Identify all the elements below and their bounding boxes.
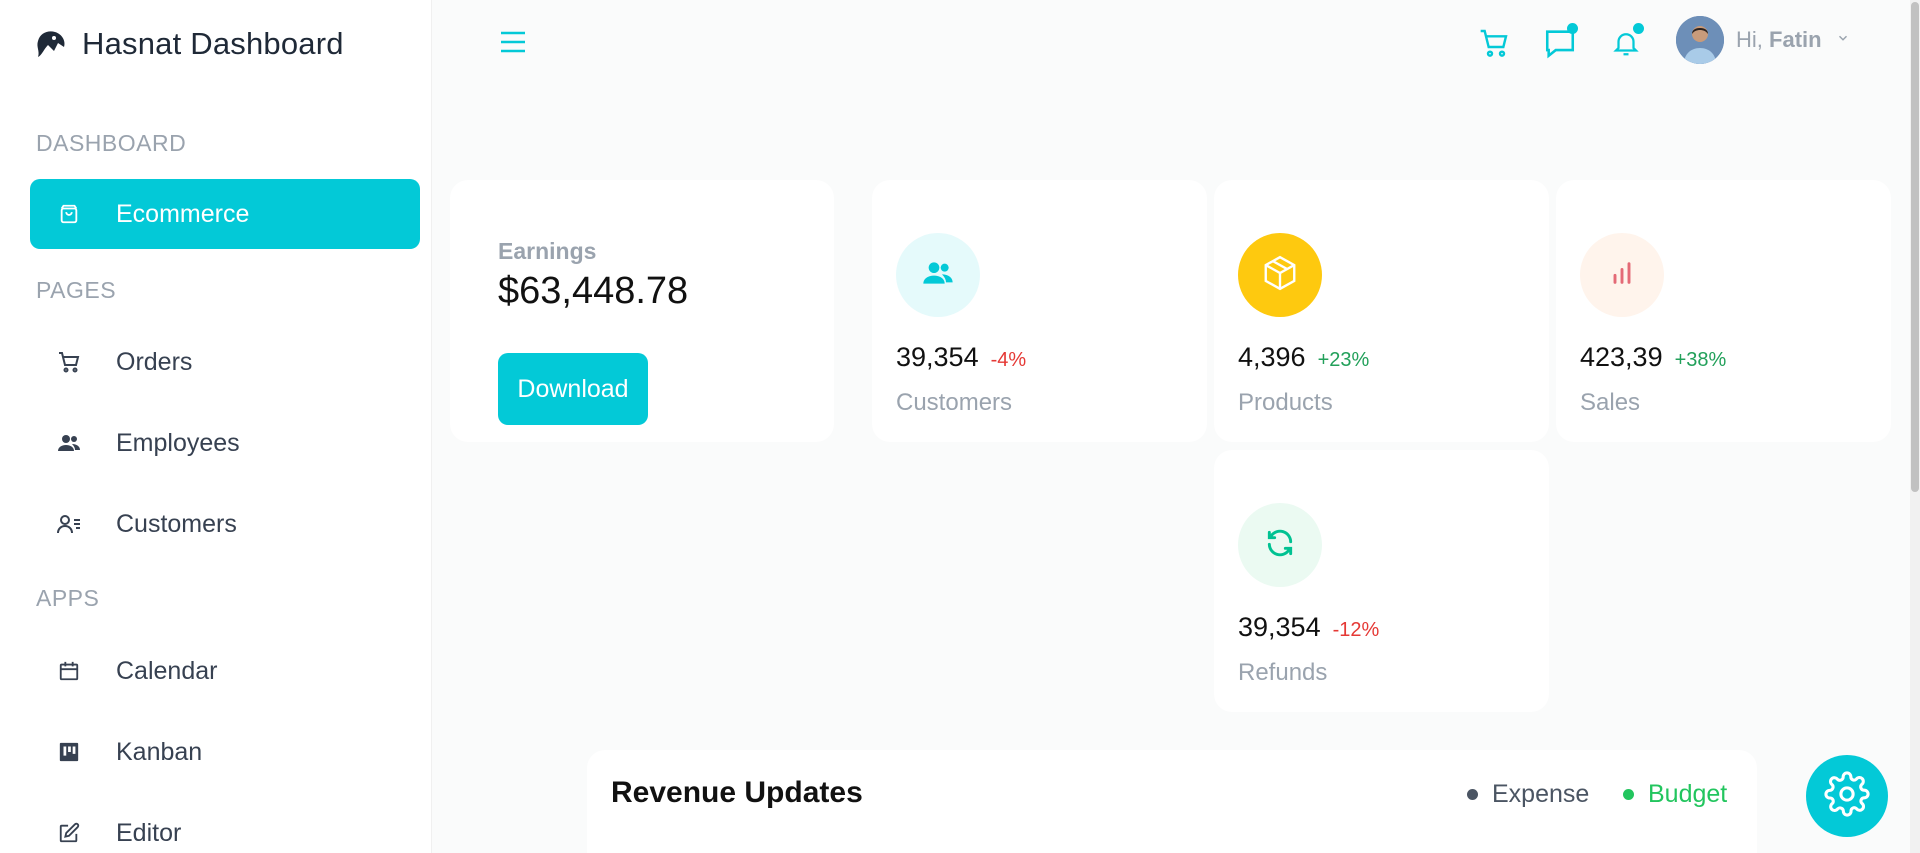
page-scrollbar[interactable]: [1910, 0, 1920, 853]
sidebar-item-label: Editor: [116, 818, 182, 847]
legend-label: Budget: [1648, 780, 1728, 808]
sidebar-item-orders[interactable]: Orders: [30, 327, 420, 397]
earnings-card: Earnings $63,448.78 Download: [450, 180, 834, 442]
sidebar-item-calendar[interactable]: Calendar: [30, 636, 420, 706]
cart-icon: [1478, 27, 1510, 64]
greeting-text: Hi,: [1736, 27, 1763, 52]
sidebar-item-employees[interactable]: Employees: [30, 408, 420, 478]
sidebar-item-editor[interactable]: Editor: [30, 798, 420, 853]
stat-value-row: 39,354 -4%: [896, 342, 1026, 373]
chat-notification-dot: [1567, 23, 1578, 34]
settings-button[interactable]: [1806, 755, 1888, 837]
chevron-down-icon: [1836, 31, 1850, 50]
cart-button[interactable]: [1474, 25, 1514, 65]
bird-logo-icon: [34, 27, 68, 61]
sidebar-item-label: Orders: [116, 347, 193, 376]
sidebar-item-label: Kanban: [116, 737, 203, 766]
stat-change: -12%: [1332, 619, 1380, 641]
customers-icon-button[interactable]: [896, 233, 980, 317]
app-title: Hasnat Dashboard: [82, 26, 344, 61]
refunds-icon-button[interactable]: [1238, 503, 1322, 587]
budget-dot: [1623, 789, 1634, 800]
section-pages: PAGES: [36, 277, 117, 303]
users-icon: [922, 257, 954, 294]
stat-label: Sales: [1580, 389, 1641, 416]
sidebar-item-label: Calendar: [116, 656, 218, 685]
user-greeting: Hi, Fatin: [1736, 27, 1822, 53]
chat-button[interactable]: [1540, 23, 1580, 65]
stat-card-refunds: 39,354 -12% Refunds: [1214, 450, 1549, 712]
scrollbar-thumb[interactable]: [1911, 2, 1919, 492]
box-icon: [1261, 254, 1299, 297]
cart-icon: [52, 350, 86, 374]
stat-value-row: 423,39 +38%: [1580, 342, 1726, 373]
stat-label: Refunds: [1238, 659, 1328, 686]
avatar: [1676, 16, 1724, 64]
legend-expense: Expense: [1467, 780, 1589, 809]
stat-change: +23%: [1317, 349, 1370, 371]
sidebar-item-label: Customers: [116, 509, 237, 538]
brand[interactable]: Hasnat Dashboard: [34, 26, 344, 62]
legend-budget: Budget: [1623, 780, 1727, 809]
sidebar: Hasnat Dashboard DASHBOARD Ecommerce PAG…: [0, 0, 432, 853]
stat-value-row: 4,396 +23%: [1238, 342, 1369, 373]
edit-icon: [52, 822, 86, 844]
stat-label: Products: [1238, 389, 1333, 416]
revenue-title: Revenue Updates: [611, 776, 863, 809]
user-profile-menu[interactable]: Hi, Fatin: [1676, 16, 1850, 64]
kanban-icon: [52, 741, 86, 763]
stat-card-customers: 39,354 -4% Customers: [872, 180, 1207, 442]
bar-chart-icon: [1608, 259, 1636, 292]
earnings-label: Earnings: [498, 238, 597, 264]
shopping-bag-icon: [52, 203, 86, 225]
section-dashboard: DASHBOARD: [36, 130, 187, 156]
stat-number: 423,39: [1580, 342, 1663, 372]
stat-value-row: 39,354 -12%: [1238, 612, 1379, 643]
gear-icon: [1824, 770, 1870, 822]
hamburger-icon: [499, 30, 527, 59]
sidebar-item-label: Employees: [116, 428, 240, 457]
stat-change: +38%: [1674, 349, 1727, 371]
notifications-button[interactable]: [1606, 23, 1646, 65]
section-apps: APPS: [36, 585, 100, 611]
legend-label: Expense: [1492, 780, 1590, 808]
stat-number: 4,396: [1238, 342, 1306, 372]
stat-number: 39,354: [896, 342, 979, 372]
sidebar-item-ecommerce[interactable]: Ecommerce: [30, 179, 420, 249]
download-button[interactable]: Download: [498, 353, 648, 425]
sidebar-item-label: Ecommerce: [116, 199, 250, 228]
revenue-updates-card: Revenue Updates Expense Budget: [587, 750, 1757, 853]
sidebar-item-customers[interactable]: Customers: [30, 489, 420, 559]
products-icon-button[interactable]: [1238, 233, 1322, 317]
refresh-icon: [1264, 527, 1296, 564]
sales-icon-button[interactable]: [1580, 233, 1664, 317]
customer-list-icon: [52, 512, 86, 536]
stat-card-sales: 423,39 +38% Sales: [1556, 180, 1891, 442]
stat-number: 39,354: [1238, 612, 1321, 642]
users-icon: [52, 431, 86, 455]
stat-label: Customers: [896, 389, 1013, 416]
expense-dot: [1467, 789, 1478, 800]
earnings-value: $63,448.78: [498, 270, 689, 312]
stat-card-products: 4,396 +23% Products: [1214, 180, 1549, 442]
stat-change: -4%: [990, 349, 1027, 371]
user-name: Fatin: [1769, 27, 1822, 52]
calendar-icon: [52, 660, 86, 682]
notification-dot: [1633, 23, 1644, 34]
menu-toggle-button[interactable]: [496, 27, 530, 61]
sidebar-item-kanban[interactable]: Kanban: [30, 717, 420, 787]
